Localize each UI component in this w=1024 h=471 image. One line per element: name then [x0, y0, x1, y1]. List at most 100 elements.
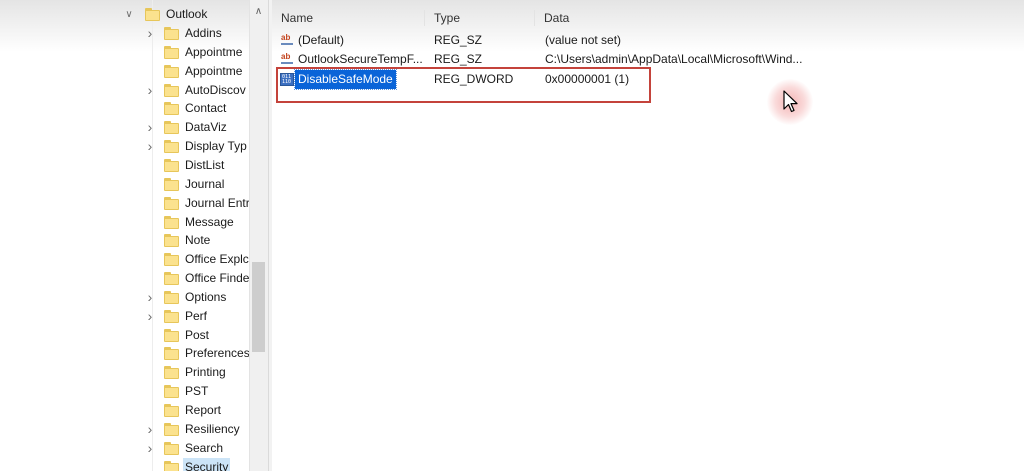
chevron-right-icon[interactable]: › [145, 307, 155, 326]
tree-item[interactable]: Preferences [0, 344, 250, 363]
folder-icon [164, 140, 179, 154]
folder-icon [164, 404, 179, 417]
registry-editor-view: ∨ Outlook › Addins Appointme Appointme › Auto… [0, 0, 1024, 471]
folder-icon [164, 290, 179, 304]
folder-icon [164, 64, 179, 78]
folder-icon [164, 272, 179, 286]
tree-item-label: Appointme [185, 44, 243, 59]
chevron-right-icon[interactable]: › [145, 420, 155, 439]
chevron-down-icon[interactable]: ∨ [124, 5, 134, 24]
tree-item[interactable]: PST [0, 382, 249, 401]
tree-item[interactable]: › Resiliency [0, 420, 249, 439]
tree-item-label: Report [185, 403, 222, 417]
tree-item[interactable]: Journal [0, 175, 249, 194]
tree-item[interactable]: Office Finde [0, 269, 249, 288]
tree-item[interactable]: Post [0, 326, 249, 345]
tree-item[interactable]: Note [0, 231, 249, 250]
folder-icon [164, 27, 179, 40]
value-type: REG_SZ [434, 33, 483, 47]
tree-item-label: Post [185, 327, 210, 342]
tree-item-label: DistList [185, 157, 225, 172]
folder-icon [164, 441, 179, 455]
key-tree-pane[interactable]: ∨ Outlook › Addins Appointme Appointme › Auto… [0, 0, 268, 471]
folder-icon [164, 196, 179, 210]
column-divider[interactable] [424, 10, 425, 26]
tree-item-label: PST [185, 384, 209, 399]
chevron-right-icon[interactable]: › [145, 24, 155, 43]
tree-item[interactable]: Printing [0, 363, 249, 382]
folder-icon [164, 83, 179, 97]
tree-item-label: Note [185, 233, 211, 248]
tree-item[interactable]: Journal Entr [0, 194, 250, 213]
tree-item-label: Office Explc [185, 252, 249, 267]
value-row-default[interactable]: ab (Default) REG_SZ (value not set) [272, 31, 1024, 50]
scroll-up-icon[interactable]: ∧ [250, 6, 267, 17]
tree-item-label: Journal [185, 176, 225, 191]
tree-item-label: DataViz [185, 120, 227, 135]
tree-item-label: Journal Entr [185, 195, 250, 210]
folder-icon [164, 385, 179, 399]
scrollbar-thumb[interactable] [252, 262, 265, 352]
tree-item[interactable]: › Options [0, 288, 249, 307]
list-header: Name Type Data [272, 8, 1024, 28]
tree-item-label: Options [185, 289, 227, 304]
highlight-annotation-box [276, 67, 651, 103]
chevron-right-icon[interactable]: › [145, 81, 155, 100]
tree-item-outlook[interactable]: ∨ Outlook [0, 5, 249, 24]
tree-item[interactable]: › Perf [0, 307, 249, 326]
tree-item[interactable]: Appointme [0, 43, 249, 62]
tree-item-label: Display Typ [185, 139, 247, 154]
tree-item-label: AutoDiscov [185, 82, 246, 97]
tree-item[interactable]: Report [0, 401, 249, 420]
tree-item-label: Addins [185, 26, 222, 40]
folder-icon [164, 45, 179, 59]
tree-item-label: Appointme [185, 63, 243, 78]
folder-icon [164, 422, 179, 436]
folder-icon [164, 177, 179, 191]
mouse-pointer-icon [783, 90, 798, 113]
column-header-data[interactable]: Data [544, 8, 569, 28]
chevron-right-icon[interactable]: › [145, 137, 155, 156]
folder-icon [164, 253, 179, 267]
tree-item[interactable]: › Addins [0, 24, 249, 43]
folder-icon [164, 328, 179, 342]
folder-icon [164, 121, 179, 135]
tree-item[interactable]: › Search [0, 439, 249, 458]
tree-item-label: Office Finde [185, 271, 250, 286]
tree-item-label: Preferences [185, 346, 250, 361]
column-header-name[interactable]: Name [281, 8, 313, 28]
folder-icon [164, 309, 179, 323]
column-divider[interactable] [534, 10, 535, 26]
chevron-right-icon[interactable]: › [145, 288, 155, 307]
tree-item-label: Printing [185, 365, 226, 380]
folder-icon [145, 8, 160, 21]
value-name: (Default) [298, 33, 345, 47]
tree-item[interactable]: › DataViz [0, 118, 249, 137]
tree-item-label: Message [185, 214, 234, 229]
tree-item-label: Outlook [166, 7, 208, 21]
tree-item[interactable]: › Display Typ [0, 137, 249, 156]
tree-item[interactable]: Office Explc [0, 250, 249, 269]
folder-icon [164, 215, 179, 229]
string-value-icon: ab [280, 53, 294, 66]
value-data: (value not set) [545, 33, 622, 47]
tree-item-label: Contact [185, 101, 227, 116]
chevron-right-icon[interactable]: › [145, 118, 155, 137]
string-value-icon: ab [280, 34, 294, 47]
folder-icon [164, 158, 179, 172]
folder-icon [164, 460, 179, 471]
tree-item[interactable]: Message [0, 213, 249, 232]
tree-item[interactable]: DistList [0, 156, 249, 175]
tree-item-label: Resiliency [185, 421, 240, 436]
tree-item-label: Security [183, 457, 231, 471]
column-header-type[interactable]: Type [434, 8, 460, 28]
tree-item[interactable]: Contact [0, 99, 249, 118]
folder-icon [164, 347, 179, 361]
chevron-right-icon[interactable]: › [145, 439, 155, 458]
folder-icon [164, 366, 179, 380]
tree-item[interactable]: › AutoDiscov [0, 81, 249, 100]
tree-item[interactable]: Appointme [0, 62, 249, 81]
tree-scrollbar[interactable]: ∧ [249, 0, 268, 471]
tree-item[interactable]: Security [0, 457, 249, 471]
folder-icon [164, 102, 179, 116]
